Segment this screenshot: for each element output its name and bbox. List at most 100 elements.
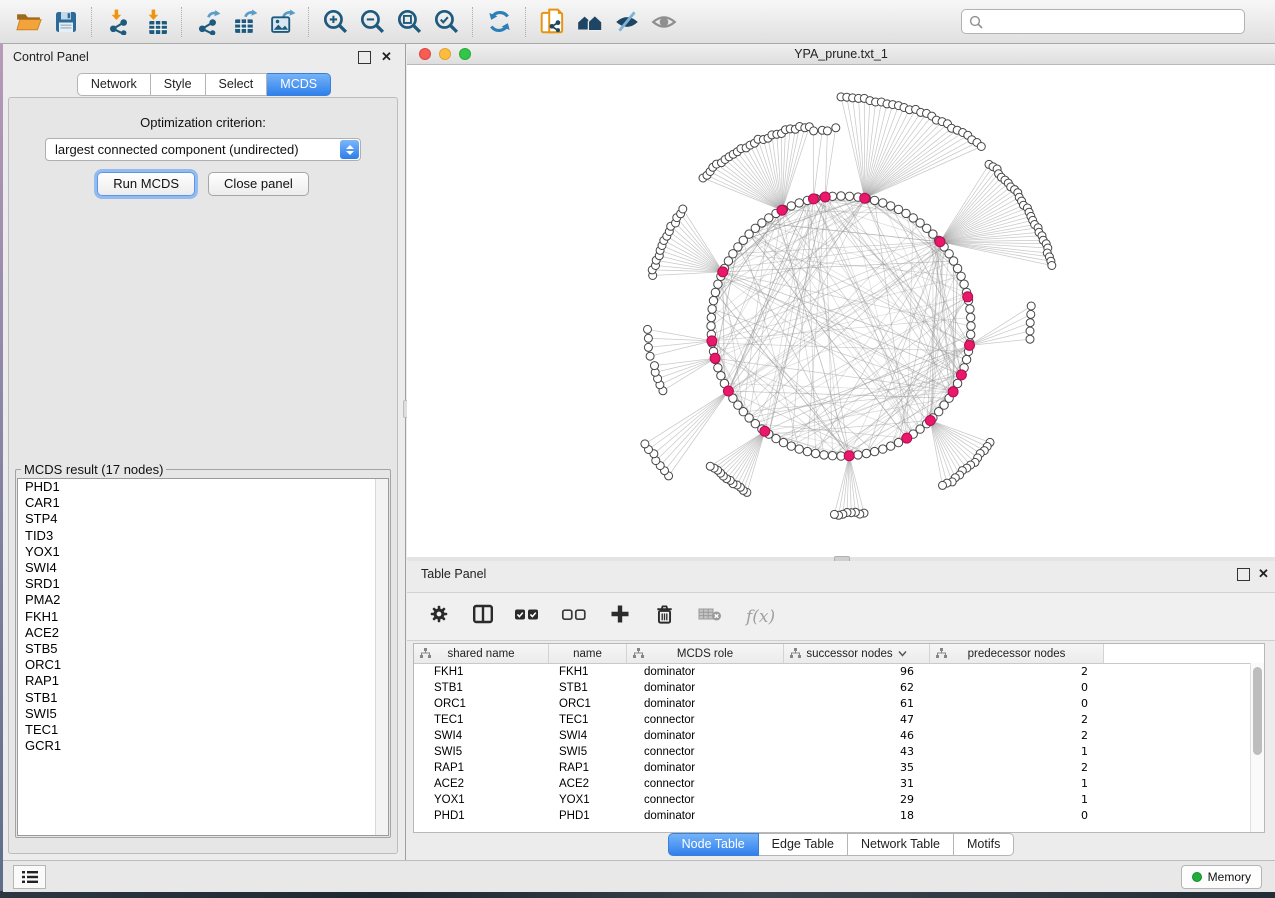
network-leaf-node[interactable] bbox=[706, 462, 714, 470]
network-canvas[interactable] bbox=[407, 65, 1275, 557]
network-node[interactable] bbox=[795, 199, 803, 207]
network-node[interactable] bbox=[714, 364, 722, 372]
table-settings-gear-icon[interactable] bbox=[428, 603, 450, 630]
table-cell-shared_name[interactable]: TEC1 bbox=[414, 712, 549, 728]
mcds-hub-node[interactable] bbox=[902, 433, 912, 443]
table-scrollbar[interactable] bbox=[1250, 663, 1264, 833]
network-node[interactable] bbox=[717, 372, 725, 380]
network-node[interactable] bbox=[894, 438, 902, 446]
result-list-item[interactable]: STB1 bbox=[18, 690, 388, 706]
result-list-item[interactable]: PMA2 bbox=[18, 592, 388, 608]
mcds-hub-node[interactable] bbox=[925, 416, 935, 426]
zoom-in-icon[interactable] bbox=[317, 3, 354, 41]
result-list-item[interactable]: SWI4 bbox=[18, 560, 388, 576]
table-cell-mcds_role[interactable]: dominator bbox=[627, 760, 784, 776]
result-list-item[interactable]: STB5 bbox=[18, 641, 388, 657]
mcds-hub-node[interactable] bbox=[723, 386, 733, 396]
result-list-item[interactable]: STP4 bbox=[18, 511, 388, 527]
network-leaf-node[interactable] bbox=[1027, 302, 1035, 310]
tab-style[interactable]: Style bbox=[151, 73, 206, 96]
table-cell-shared_name[interactable]: RAP1 bbox=[414, 760, 549, 776]
window-close-icon[interactable] bbox=[419, 48, 431, 60]
tab-mcds[interactable]: MCDS bbox=[267, 73, 331, 96]
tab-select[interactable]: Select bbox=[206, 73, 268, 96]
deselect-all-checkboxes-icon[interactable] bbox=[561, 602, 587, 631]
result-list-item[interactable]: CAR1 bbox=[18, 495, 388, 511]
search-box[interactable] bbox=[961, 9, 1245, 34]
run-mcds-button[interactable]: Run MCDS bbox=[97, 172, 195, 196]
tab-motifs[interactable]: Motifs bbox=[954, 833, 1014, 856]
table-cell-predecessor_nodes[interactable]: 0 bbox=[930, 696, 1104, 712]
network-node[interactable] bbox=[966, 305, 974, 313]
tab-network-table[interactable]: Network Table bbox=[848, 833, 954, 856]
apply-layout-refresh-icon[interactable] bbox=[481, 3, 518, 41]
mcds-hub-node[interactable] bbox=[935, 237, 945, 247]
network-leaf-node[interactable] bbox=[810, 127, 818, 135]
table-cell-name[interactable]: SWI5 bbox=[549, 744, 627, 760]
network-leaf-node[interactable] bbox=[1027, 310, 1035, 318]
add-row-icon[interactable] bbox=[608, 602, 632, 631]
network-node[interactable] bbox=[711, 288, 719, 296]
table-cell-mcds_role[interactable]: connector bbox=[627, 712, 784, 728]
show-all-icon[interactable] bbox=[645, 3, 682, 41]
table-row[interactable]: ORC1ORC1dominator610 bbox=[414, 696, 1264, 712]
table-cell-successor_nodes[interactable]: 46 bbox=[784, 728, 930, 744]
network-node[interactable] bbox=[845, 192, 853, 200]
table-cell-predecessor_nodes[interactable]: 0 bbox=[930, 680, 1104, 696]
network-node[interactable] bbox=[870, 196, 878, 204]
network-node[interactable] bbox=[887, 202, 895, 210]
network-node[interactable] bbox=[967, 322, 975, 330]
export-image-icon[interactable] bbox=[264, 3, 301, 41]
zoom-out-icon[interactable] bbox=[354, 3, 391, 41]
network-node[interactable] bbox=[862, 449, 870, 457]
table-cell-predecessor_nodes[interactable]: 0 bbox=[930, 808, 1104, 824]
result-list-item[interactable]: SRD1 bbox=[18, 576, 388, 592]
export-table-icon[interactable] bbox=[227, 3, 264, 41]
network-node[interactable] bbox=[879, 199, 887, 207]
table-cell-successor_nodes[interactable]: 61 bbox=[784, 696, 930, 712]
result-list-item[interactable]: ORC1 bbox=[18, 657, 388, 673]
network-node[interactable] bbox=[708, 305, 716, 313]
table-cell-mcds_role[interactable]: dominator bbox=[627, 696, 784, 712]
table-cell-name[interactable]: PHD1 bbox=[549, 808, 627, 824]
network-leaf-node[interactable] bbox=[644, 343, 652, 351]
mcds-hub-node[interactable] bbox=[948, 387, 958, 397]
table-cell-shared_name[interactable]: STB1 bbox=[414, 680, 549, 696]
network-node[interactable] bbox=[811, 449, 819, 457]
table-row[interactable]: RAP1RAP1dominator352 bbox=[414, 760, 1264, 776]
delete-rows-trash-icon[interactable] bbox=[653, 602, 676, 631]
import-table-icon[interactable] bbox=[137, 3, 174, 41]
show-columns-icon[interactable] bbox=[471, 602, 495, 631]
network-leaf-node[interactable] bbox=[823, 127, 831, 135]
close-panel-button[interactable]: Close panel bbox=[208, 172, 309, 196]
table-row[interactable]: STB1STB1dominator620 bbox=[414, 680, 1264, 696]
task-history-button[interactable] bbox=[13, 865, 46, 889]
mcds-hub-node[interactable] bbox=[760, 426, 770, 436]
table-cell-shared_name[interactable]: SWI5 bbox=[414, 744, 549, 760]
close-panel-icon[interactable]: ✕ bbox=[381, 48, 392, 66]
table-cell-successor_nodes[interactable]: 29 bbox=[784, 792, 930, 808]
network-node[interactable] bbox=[962, 355, 970, 363]
result-list-item[interactable]: GCR1 bbox=[18, 738, 388, 754]
table-cell-mcds_role[interactable]: dominator bbox=[627, 664, 784, 680]
mcds-hub-node[interactable] bbox=[963, 292, 973, 302]
network-leaf-node[interactable] bbox=[830, 510, 838, 518]
network-node[interactable] bbox=[837, 192, 845, 200]
new-network-from-selection-icon[interactable] bbox=[534, 3, 571, 41]
table-cell-predecessor_nodes[interactable]: 1 bbox=[930, 776, 1104, 792]
table-cell-mcds_role[interactable]: dominator bbox=[627, 808, 784, 824]
network-node[interactable] bbox=[714, 280, 722, 288]
network-leaf-node[interactable] bbox=[644, 325, 652, 333]
network-node[interactable] bbox=[887, 442, 895, 450]
table-cell-shared_name[interactable]: SWI4 bbox=[414, 728, 549, 744]
hide-selected-icon[interactable] bbox=[608, 3, 645, 41]
network-leaf-node[interactable] bbox=[1026, 319, 1034, 327]
network-node[interactable] bbox=[828, 452, 836, 460]
select-all-checkboxes-icon[interactable] bbox=[514, 602, 540, 631]
table-cell-predecessor_nodes[interactable]: 2 bbox=[930, 760, 1104, 776]
table-cell-name[interactable]: TEC1 bbox=[549, 712, 627, 728]
zoom-fit-icon[interactable] bbox=[391, 3, 428, 41]
network-leaf-node[interactable] bbox=[1048, 262, 1056, 270]
node-table[interactable]: shared name name MCDS role successor nod… bbox=[413, 643, 1265, 833]
table-cell-successor_nodes[interactable]: 31 bbox=[784, 776, 930, 792]
